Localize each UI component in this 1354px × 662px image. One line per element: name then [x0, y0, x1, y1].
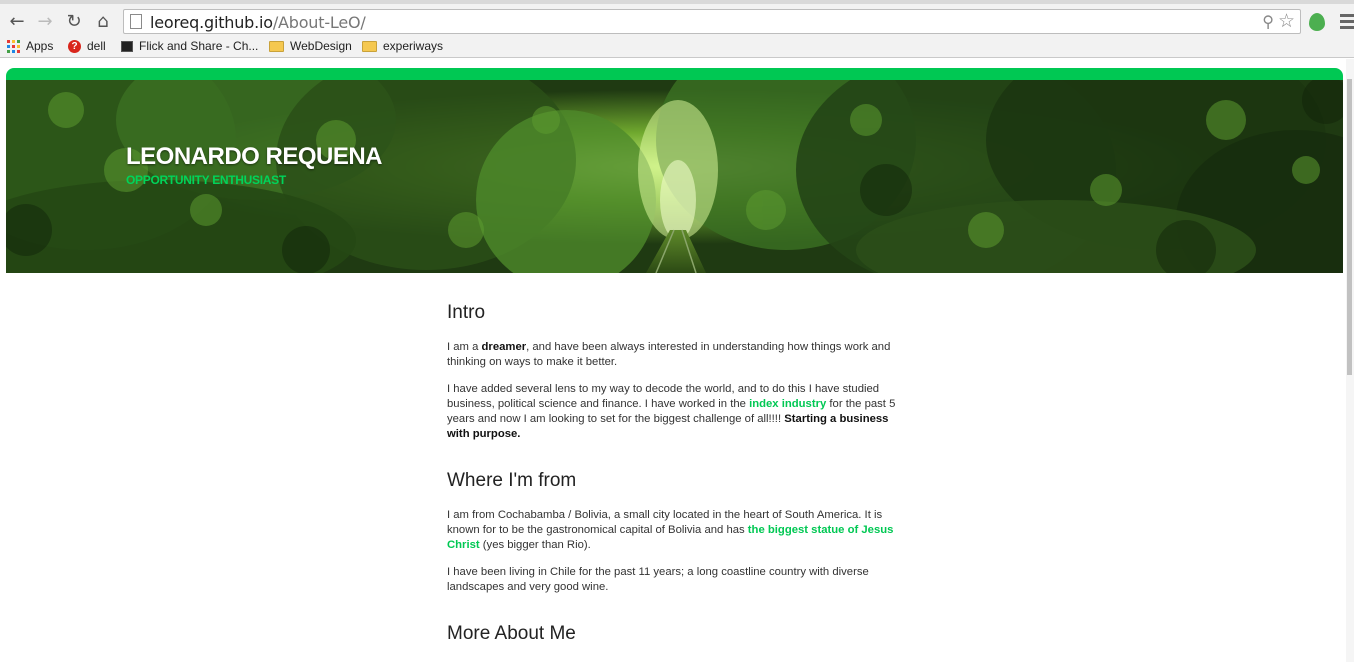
bookmark-flick[interactable]: Flick and Share - Ch... [121, 39, 258, 53]
forward-arrow-icon[interactable]: → [34, 10, 56, 32]
where-from-heading: Where I'm from [447, 470, 577, 491]
from-paragraph-1: I am from Cochabamba / Bolivia, a small … [447, 508, 907, 553]
intro-heading: Intro [447, 302, 486, 323]
from-p1-text-b: (yes bigger than Rio). [479, 539, 591, 551]
hero-title: LEONARDO REQUENA [126, 143, 383, 170]
browser-toolbar: ← → ↻ ⌂ leoreq.github.io/About-LeO/ ⚲ ☆ [0, 0, 1354, 36]
back-arrow-icon[interactable]: ← [6, 10, 28, 32]
scrollbar[interactable] [1346, 59, 1354, 662]
hero-subtitle: OPPORTUNITY ENTHUSIAST [126, 173, 286, 187]
bookmark-webdesign-label: WebDesign [290, 39, 352, 53]
bookmark-flick-label: Flick and Share - Ch... [139, 39, 259, 53]
intro-p1-bold: dreamer [481, 341, 527, 353]
apps-grid-icon [7, 39, 20, 53]
bookmark-experiways-label: experiways [383, 39, 444, 53]
page-icon [130, 14, 142, 29]
bookmark-webdesign[interactable]: WebDesign [269, 39, 352, 53]
url-path: /About-LeO/ [272, 13, 366, 32]
page-viewport: LEONARDO REQUENA OPPORTUNITY ENTHUSIAST … [0, 59, 1354, 662]
more-about-heading: More About Me [447, 623, 576, 644]
search-icon[interactable]: ⚲ [1262, 12, 1274, 32]
folder-icon [362, 40, 377, 52]
index-industry-link[interactable]: index industry [749, 398, 826, 410]
hero-banner: LEONARDO REQUENA OPPORTUNITY ENTHUSIAST [6, 68, 1343, 273]
bookmark-dell[interactable]: ? dell [68, 39, 106, 53]
reload-icon[interactable]: ↻ [63, 10, 85, 32]
url-text[interactable]: leoreq.github.io/About-LeO/ [150, 13, 366, 32]
bookmark-apps[interactable]: Apps [7, 39, 53, 53]
extension-icon[interactable] [1309, 13, 1325, 31]
scrollbar-thumb[interactable] [1347, 79, 1352, 375]
address-bar[interactable]: leoreq.github.io/About-LeO/ ⚲ ☆ [123, 9, 1301, 34]
from-paragraph-2: I have been living in Chile for the past… [447, 566, 869, 593]
dell-icon: ? [68, 39, 81, 53]
bookmark-experiways[interactable]: experiways [362, 39, 443, 53]
intro-paragraph-2: I have added several lens to my way to d… [447, 382, 907, 442]
url-host: leoreq.github.io [150, 13, 273, 32]
bookmarks-bar: Apps ? dell Flick and Share - Ch... WebD… [0, 36, 1354, 58]
intro-paragraph-1: I am a dreamer, and have been always int… [447, 340, 907, 370]
monitor-icon [121, 40, 133, 52]
bookmark-apps-label: Apps [26, 39, 54, 53]
folder-icon [269, 40, 284, 52]
bookmark-dell-label: dell [87, 39, 106, 53]
star-icon[interactable]: ☆ [1278, 10, 1295, 33]
home-icon[interactable]: ⌂ [92, 10, 114, 32]
menu-icon[interactable] [1340, 14, 1354, 32]
intro-p1-text-a: I am a [447, 341, 482, 353]
